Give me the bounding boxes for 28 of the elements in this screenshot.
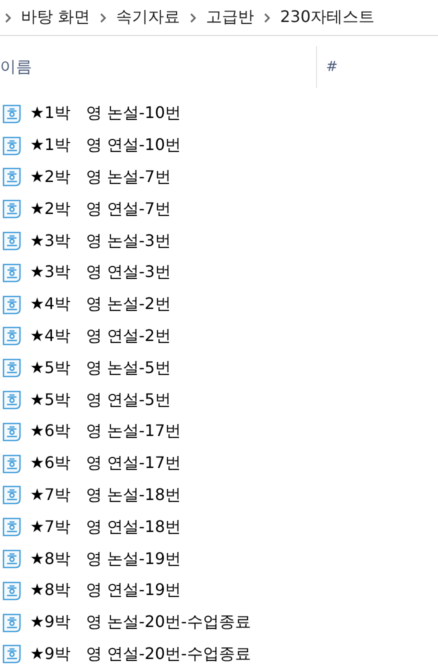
file-name[interactable]: ★1박 영 연설-10번 bbox=[30, 135, 181, 156]
file-name[interactable]: ★2박 영 논설-7번 bbox=[30, 166, 171, 188]
file-name[interactable]: ★9박 영 연설-20번-수업종료 bbox=[30, 644, 251, 665]
file-name[interactable]: ★6박 영 논설-17번 bbox=[30, 421, 181, 442]
file-name[interactable]: ★7박 영 논설-18번 bbox=[30, 484, 181, 506]
breadcrumb-item[interactable]: 230자테스트 bbox=[280, 7, 375, 28]
file-name[interactable]: ★4박 영 논설-2번 bbox=[30, 294, 171, 316]
file-name[interactable]: ★4박 영 연설-2번 bbox=[30, 326, 171, 347]
chevron-icon bbox=[4, 12, 12, 22]
column-header[interactable]: 이름 bbox=[0, 56, 32, 76]
file-name[interactable]: ★1박 영 논설-10번 bbox=[30, 103, 181, 124]
column-header[interactable]: # bbox=[317, 59, 338, 75]
breadcrumb-item[interactable]: 고급반 bbox=[206, 7, 254, 28]
breadcrumb-item[interactable]: 속기자료 bbox=[116, 7, 180, 28]
breadcrumb-item[interactable]: 바탕 화면 bbox=[21, 7, 90, 28]
file-name[interactable]: ★9박 영 논설-20번-수업종료 bbox=[30, 612, 251, 634]
file-name[interactable]: ★7박 영 연설-18번 bbox=[30, 516, 181, 538]
file-name[interactable]: ★2박 영 연설-7번 bbox=[30, 198, 171, 220]
file-name[interactable]: ★5박 영 논설-5번 bbox=[30, 358, 171, 379]
chevron-icon bbox=[263, 12, 272, 22]
chevron-icon bbox=[189, 12, 198, 22]
file-name[interactable]: ★8박 영 연설-19번 bbox=[30, 580, 181, 602]
file-name[interactable]: ★5박 영 연설-5번 bbox=[30, 390, 171, 411]
chevron-icon bbox=[99, 12, 108, 22]
file-name[interactable]: ★6박 영 연설-17번 bbox=[30, 453, 181, 474]
file-name[interactable]: ★3박 영 연설-3번 bbox=[30, 262, 171, 284]
file-name[interactable]: ★8박 영 논설-19번 bbox=[30, 548, 181, 570]
file-name[interactable]: ★3박 영 논설-3번 bbox=[30, 230, 171, 252]
